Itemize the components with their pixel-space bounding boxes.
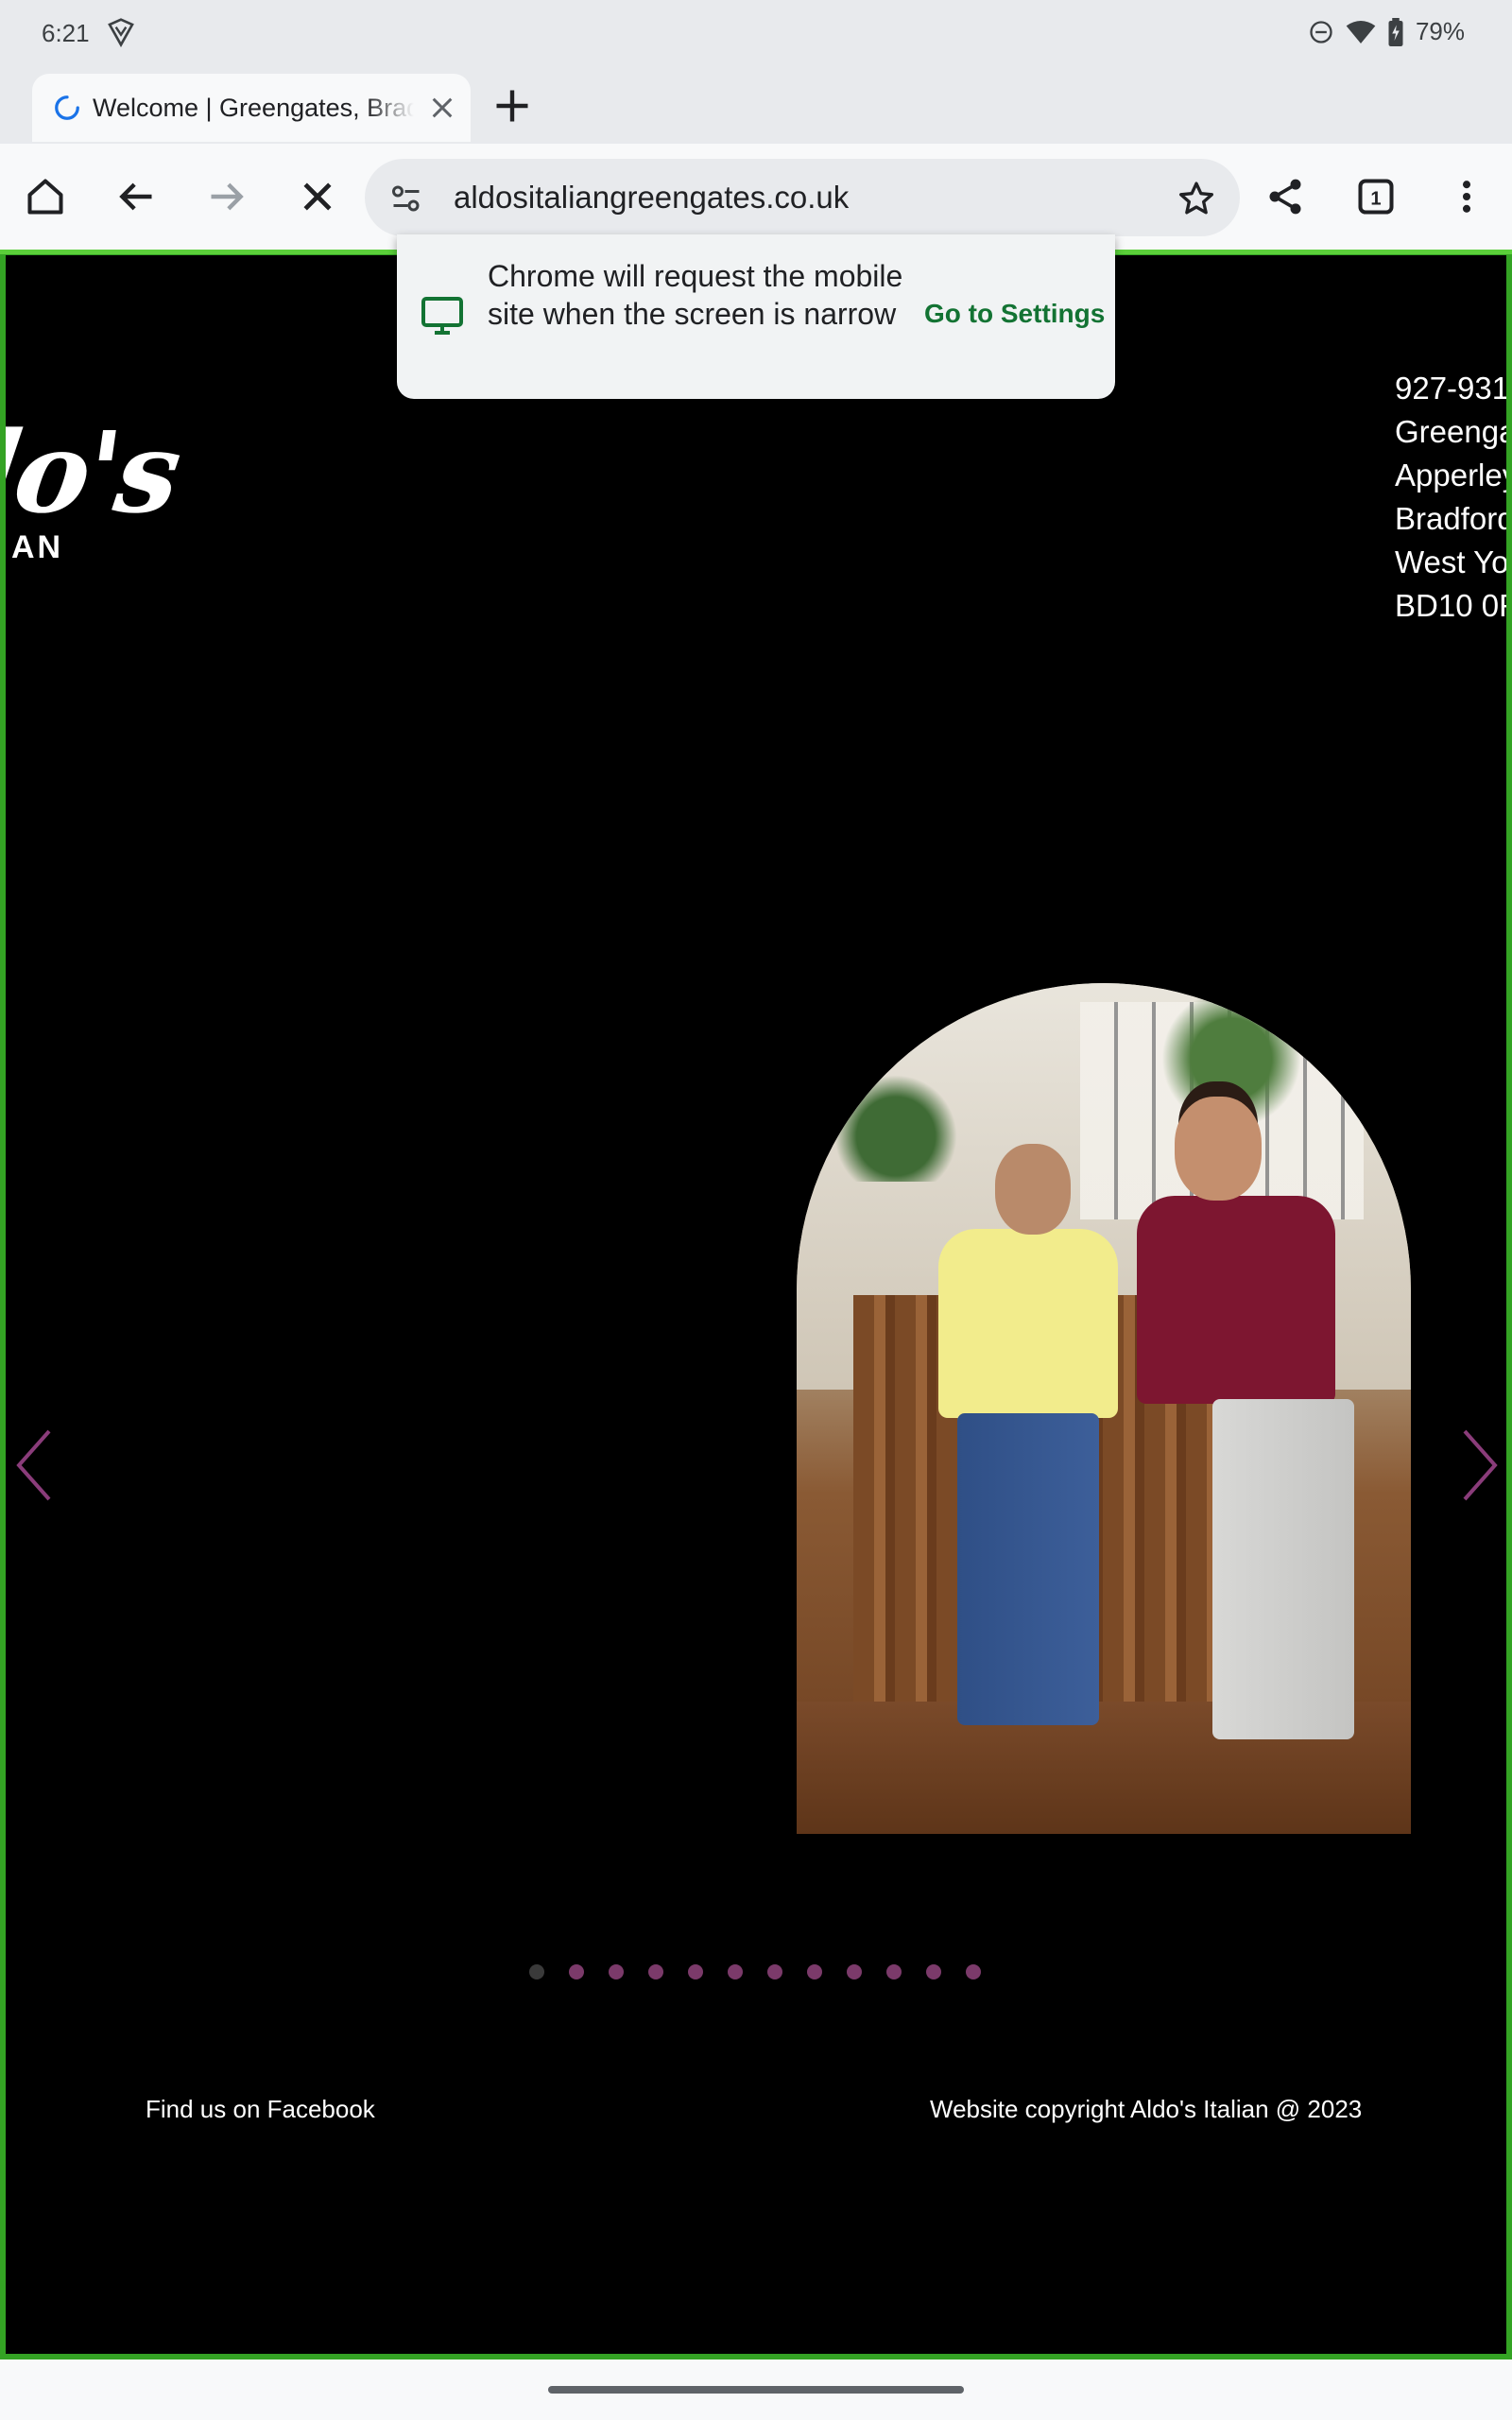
logo-script-text: lo's	[0, 406, 185, 538]
home-gesture-handle[interactable]	[548, 2386, 964, 2394]
site-settings-icon[interactable]	[389, 182, 423, 216]
more-menu-icon[interactable]	[1446, 176, 1487, 217]
slideshow-dots	[529, 1964, 981, 1979]
desktop-monitor-icon	[421, 297, 463, 335]
bookmark-star-icon[interactable]	[1177, 180, 1215, 217]
slideshow-dot[interactable]	[569, 1964, 584, 1979]
address-line: Greenga	[1395, 414, 1512, 449]
address-bar[interactable]: aldositaliangreengates.co.uk	[365, 159, 1240, 236]
stop-loading-icon[interactable]	[297, 176, 338, 217]
tab-title: Welcome | Greengates, Bradford	[93, 93, 414, 122]
battery-icon	[1388, 17, 1403, 46]
facebook-link[interactable]: Find us on Facebook	[146, 2095, 375, 2124]
copyright-text: Website copyright Aldo's Italian @ 2023	[930, 2095, 1363, 2123]
slideshow-dot[interactable]	[847, 1964, 862, 1979]
tab-strip: Welcome | Greengates, Bradford	[0, 68, 1512, 144]
slideshow-dot[interactable]	[609, 1964, 624, 1979]
slideshow-dot[interactable]	[648, 1964, 663, 1979]
gesture-nav-bar	[0, 2360, 1512, 2420]
status-bar: 6:21 79%	[0, 0, 1512, 68]
address-line: 927-931	[1395, 371, 1510, 406]
address-line: BD10 0R	[1395, 588, 1512, 623]
tab-active[interactable]: Welcome | Greengates, Bradford	[32, 74, 471, 142]
web-content: lo's AN 927-931 Greenga Apperley Bradfor…	[0, 250, 1512, 2360]
svg-text:1: 1	[1370, 188, 1381, 209]
slideshow-dot[interactable]	[966, 1964, 981, 1979]
loading-spinner-icon	[55, 95, 79, 120]
new-tab-icon[interactable]	[491, 85, 533, 127]
url-text: aldositaliangreengates.co.uk	[454, 180, 850, 215]
tab-close-icon[interactable]	[427, 93, 457, 123]
slideshow-dot[interactable]	[767, 1964, 782, 1979]
slideshow-dot[interactable]	[926, 1964, 941, 1979]
share-icon[interactable]	[1264, 176, 1306, 217]
battery-level: 79%	[1415, 17, 1465, 45]
go-to-settings-button[interactable]: Go to Settings	[924, 299, 1105, 329]
address-line: Bradford	[1395, 501, 1512, 536]
address-line: Apperley	[1395, 458, 1512, 493]
back-icon[interactable]	[115, 176, 157, 217]
slideshow-image	[797, 983, 1411, 1834]
slideshow-dot[interactable]	[807, 1964, 822, 1979]
site-address: 927-931 Greenga Apperley Bradford West Y…	[1395, 367, 1512, 628]
status-time: 6:21	[42, 19, 90, 47]
slideshow-dot[interactable]	[688, 1964, 703, 1979]
tab-switcher-icon[interactable]: 1	[1355, 176, 1397, 217]
slideshow-dot[interactable]	[886, 1964, 902, 1979]
wifi-icon	[1346, 20, 1376, 43]
forward-icon[interactable]	[206, 176, 248, 217]
logo-subtitle: AN	[11, 529, 64, 565]
slideshow-next-icon[interactable]	[1461, 1427, 1499, 1503]
home-icon[interactable]	[25, 176, 66, 217]
infobar-message: Chrome will request the mobile site when…	[488, 259, 903, 331]
dnd-icon	[1310, 20, 1332, 43]
vpn-icon	[108, 18, 134, 47]
mobile-site-infobar: Chrome will request the mobile site when…	[397, 234, 1115, 399]
address-line: West Yo	[1395, 544, 1509, 579]
slideshow-dot[interactable]	[529, 1964, 544, 1979]
slideshow-prev-icon[interactable]	[15, 1427, 53, 1503]
slideshow-dot[interactable]	[728, 1964, 743, 1979]
